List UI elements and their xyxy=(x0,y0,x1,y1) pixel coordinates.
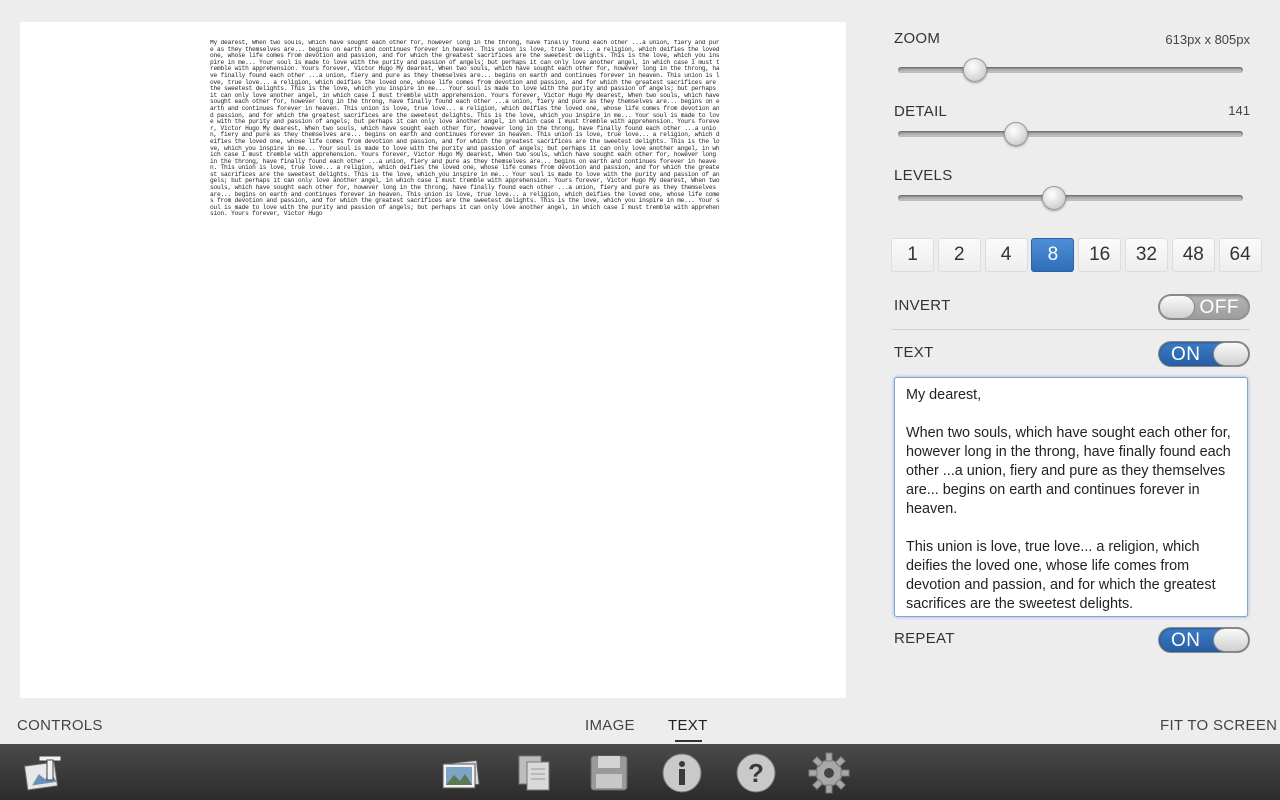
detail-slider[interactable] xyxy=(898,122,1243,146)
app-logo-icon[interactable] xyxy=(23,752,65,794)
photos-icon[interactable] xyxy=(440,752,482,794)
info-icon[interactable] xyxy=(661,752,703,794)
zoom-label: ZOOM xyxy=(894,30,941,47)
level-option-48[interactable]: 48 xyxy=(1171,238,1215,272)
levels-slider[interactable] xyxy=(898,186,1243,210)
detail-label: DETAIL xyxy=(894,103,948,120)
invert-label: INVERT xyxy=(894,297,951,314)
invert-toggle[interactable]: OFF xyxy=(1158,294,1250,320)
toggle-knob xyxy=(1213,628,1249,652)
invert-toggle-state: OFF xyxy=(1199,297,1239,318)
copy-icon[interactable] xyxy=(514,752,556,794)
fit-to-screen-button[interactable]: FIT TO SCREEN xyxy=(1160,717,1277,734)
levels-label: LEVELS xyxy=(894,167,953,184)
repeat-toggle[interactable]: ON xyxy=(1158,627,1250,653)
zoom-value: 613px x 805px xyxy=(1165,32,1250,47)
settings-icon[interactable] xyxy=(808,752,850,794)
level-option-64[interactable]: 64 xyxy=(1218,238,1262,272)
tab-image[interactable]: IMAGE xyxy=(585,717,635,734)
active-tab-indicator xyxy=(675,740,702,742)
level-option-8[interactable]: 8 xyxy=(1031,238,1075,272)
bottom-toolbar xyxy=(0,744,1280,800)
zoom-slider[interactable] xyxy=(898,58,1243,82)
toggle-knob xyxy=(1159,295,1195,319)
level-option-16[interactable]: 16 xyxy=(1078,238,1122,272)
controls-button[interactable]: CONTROLS xyxy=(17,717,103,734)
toggle-knob xyxy=(1213,342,1249,366)
svg-text:?: ? xyxy=(748,758,764,788)
text-label: TEXT xyxy=(894,344,934,361)
detail-slider-thumb[interactable] xyxy=(1004,122,1028,146)
detail-value: 141 xyxy=(1228,103,1250,118)
level-option-4[interactable]: 4 xyxy=(984,238,1028,272)
repeat-label: REPEAT xyxy=(894,630,955,647)
tab-text[interactable]: TEXT xyxy=(668,717,708,734)
text-toggle-state: ON xyxy=(1171,344,1201,365)
text-toggle[interactable]: ON xyxy=(1158,341,1250,367)
help-icon[interactable]: ? xyxy=(735,752,777,794)
zoom-slider-thumb[interactable] xyxy=(963,58,987,82)
repeat-toggle-state: ON xyxy=(1171,630,1201,651)
image-canvas[interactable]: My dearest, When two souls, which have s… xyxy=(20,22,846,698)
text-input[interactable]: My dearest, When two souls, which have s… xyxy=(894,377,1248,617)
level-option-32[interactable]: 32 xyxy=(1125,238,1168,272)
level-option-2[interactable]: 2 xyxy=(937,238,981,272)
levels-slider-thumb[interactable] xyxy=(1042,186,1066,210)
ascii-art-text: My dearest, When two souls, which have s… xyxy=(210,40,720,218)
divider xyxy=(892,329,1250,330)
level-option-1[interactable]: 1 xyxy=(891,238,934,272)
save-icon[interactable] xyxy=(588,752,630,794)
